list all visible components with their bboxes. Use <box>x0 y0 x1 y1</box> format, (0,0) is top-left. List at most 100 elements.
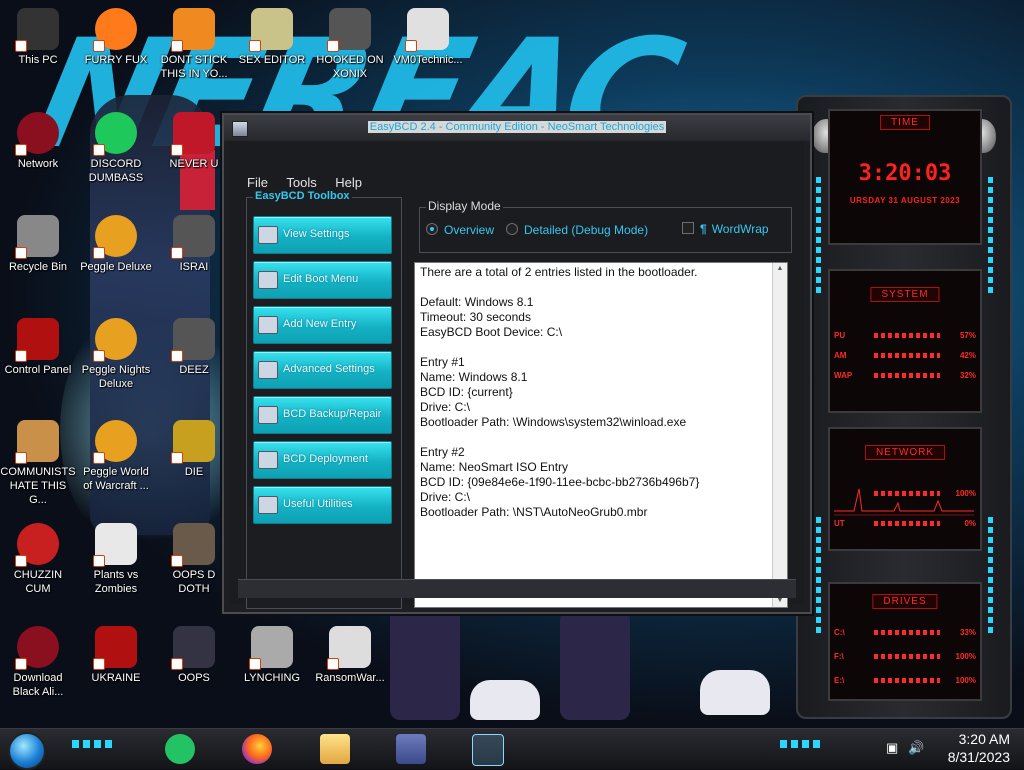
desktop-icon[interactable]: DONT STICK THIS IN YO... <box>156 8 232 81</box>
shortcut-icon <box>171 318 215 362</box>
desktop-icon-label: RansomWar... <box>315 672 385 684</box>
shortcut-icon <box>171 8 215 52</box>
desktop-icon[interactable]: Download Black Ali... <box>0 626 76 699</box>
system-panel: SYSTEM PU 57% AM 42% WAP 32% <box>828 269 982 413</box>
gadget-stat-percent: 57% <box>959 331 976 340</box>
desktop-icon-label: Peggle Nights Deluxe <box>81 364 151 390</box>
shortcut-icon <box>15 318 59 362</box>
gadget-stat-label: AM <box>834 351 847 360</box>
overview-radio[interactable]: Overview <box>426 223 494 237</box>
easybcd-window[interactable]: EasyBCD 2.4 - Community Edition - NeoSma… <box>222 113 812 614</box>
desktop-icon-label: Recycle Bin <box>8 261 68 273</box>
gadget-stat-percent: 0% <box>964 519 976 528</box>
taskbar-file-explorer-icon[interactable] <box>320 734 350 764</box>
detailed-radio[interactable]: Detailed (Debug Mode) <box>506 223 648 237</box>
desktop-icon[interactable]: DISCORD DUMBASS <box>78 112 154 185</box>
scroll-up-icon[interactable]: ▲ <box>775 264 785 274</box>
taskbar-chat-app-icon[interactable] <box>165 734 195 764</box>
desktop-icon[interactable]: Plants vs Zombies <box>78 523 154 596</box>
wallpaper-shoe <box>700 670 770 715</box>
taskbar-app-icon[interactable] <box>396 734 426 764</box>
volume-tray-icon[interactable]: 🔊 <box>908 740 924 756</box>
wordwrap-label: WordWrap <box>711 222 769 236</box>
desktop-icon[interactable]: RansomWar... <box>312 626 388 685</box>
desktop-icon[interactable]: COMMUNISTS HATE THIS G... <box>0 420 76 507</box>
window-titlebar[interactable]: EasyBCD 2.4 - Community Edition - NeoSma… <box>224 115 810 141</box>
desktop-icon[interactable]: OOPS D DOTH <box>156 523 232 596</box>
gadget-stat-percent: 32% <box>959 371 976 380</box>
shortcut-arrow-icon <box>93 555 105 567</box>
shortcut-arrow-icon <box>93 350 105 362</box>
overview-label: Overview <box>444 223 495 237</box>
network-tray-icon[interactable]: ▣ <box>886 740 898 756</box>
display-mode-group: Display Mode Overview Detailed (Debug Mo… <box>419 199 792 253</box>
desktop-icon[interactable]: OOPS <box>156 626 232 685</box>
shortcut-arrow-icon <box>171 452 183 464</box>
desktop-icon-label: NEVER U <box>169 158 219 170</box>
taskbar-easybcd-icon[interactable] <box>472 734 504 766</box>
toolbox-button[interactable]: BCD Deployment <box>253 441 392 479</box>
desktop-icon[interactable]: UKRAINE <box>78 626 154 685</box>
gadget-stat-row: F:\ 100% <box>834 652 976 662</box>
shortcut-arrow-icon <box>15 452 27 464</box>
desktop-icon[interactable]: FURRY FUX <box>78 8 154 67</box>
desktop-icon[interactable]: Network <box>0 112 76 171</box>
system-tray: ▣ 🔊 3:20 AM 8/31/2023 <box>868 729 1018 769</box>
desktop-icon[interactable]: HOOKED ON XONIX <box>312 8 388 81</box>
wallpaper-leg <box>390 600 460 720</box>
shortcut-arrow-icon <box>15 247 27 259</box>
desktop-icon[interactable]: Peggle Nights Deluxe <box>78 318 154 391</box>
toolbox-button[interactable]: View Settings <box>253 216 392 254</box>
desktop-icon[interactable]: Peggle World of Warcraft ... <box>78 420 154 493</box>
toolbox-button-label: Advanced Settings <box>283 363 375 375</box>
taskbar-led-decor <box>72 740 112 748</box>
output-scrollbar[interactable]: ▲ ▼ <box>772 263 787 607</box>
toolbox-button[interactable]: Edit Boot Menu <box>253 261 392 299</box>
desktop-icon-label: VM0Technic... <box>393 54 463 66</box>
shortcut-arrow-icon <box>93 658 105 670</box>
desktop-icon[interactable]: Peggle Deluxe <box>78 215 154 274</box>
toolbox-button[interactable]: BCD Backup/Repair <box>253 396 392 434</box>
desktop-icon[interactable]: SEX EDITOR <box>234 8 310 67</box>
toolbox-button[interactable]: Add New Entry <box>253 306 392 344</box>
desktop-icon[interactable]: CHUZZIN CUM <box>0 523 76 596</box>
desktop-icon[interactable]: DEEZ <box>156 318 232 377</box>
desktop-icon[interactable]: VM0Technic... <box>390 8 466 67</box>
gadget-stat-bar <box>874 333 940 338</box>
desktop-icon[interactable]: NEVER U <box>156 112 232 171</box>
wallpaper-shoe <box>470 680 540 720</box>
desktop-icon[interactable]: DIE <box>156 420 232 479</box>
wordwrap-checkbox[interactable]: ¶ WordWrap <box>682 222 769 236</box>
desktop-icon[interactable]: This PC <box>0 8 76 67</box>
gadget-stat-row: UT 0% <box>834 519 976 529</box>
bootloader-output[interactable]: There are a total of 2 entries listed in… <box>414 262 788 608</box>
taskbar-time[interactable]: 3:20 AM <box>959 731 1010 747</box>
desktop-icon-label: DONT STICK THIS IN YO... <box>160 54 228 80</box>
shortcut-icon <box>171 112 215 156</box>
desktop-icon-label: DEEZ <box>179 364 209 376</box>
toolbox-button[interactable]: Useful Utilities <box>253 486 392 524</box>
shortcut-arrow-icon <box>249 658 261 670</box>
start-button[interactable] <box>8 732 46 770</box>
desktop-icon[interactable]: LYNCHING <box>234 626 310 685</box>
shortcut-arrow-icon <box>171 555 183 567</box>
shortcut-arrow-icon <box>171 658 183 670</box>
gadget-stat-label: F:\ <box>834 652 844 661</box>
system-monitor-gadget[interactable]: TIME 3:20:03 URSDAY 31 AUGUST 2023 SYSTE… <box>796 95 1012 719</box>
desktop-icon[interactable]: Recycle Bin <box>0 215 76 274</box>
desktop-icon[interactable]: ISRAI <box>156 215 232 274</box>
taskbar-firefox-icon[interactable] <box>242 734 272 764</box>
detailed-label: Detailed (Debug Mode) <box>524 223 649 237</box>
shortcut-arrow-icon <box>93 247 105 259</box>
desktop-icon[interactable]: Control Panel <box>0 318 76 377</box>
desktop-icon-label: OOPS D DOTH <box>172 569 216 595</box>
window-title: EasyBCD 2.4 - Community Edition - NeoSma… <box>367 121 667 133</box>
shortcut-icon <box>93 112 137 156</box>
gadget-stat-bar <box>874 678 940 683</box>
checkbox-icon <box>682 222 694 234</box>
taskbar-date[interactable]: 8/31/2023 <box>948 749 1010 765</box>
toolbox-button[interactable]: Advanced Settings <box>253 351 392 389</box>
toolbox-button-label: BCD Deployment <box>283 453 368 465</box>
shortcut-icon <box>171 626 215 670</box>
cyan-led-strip <box>816 517 821 637</box>
